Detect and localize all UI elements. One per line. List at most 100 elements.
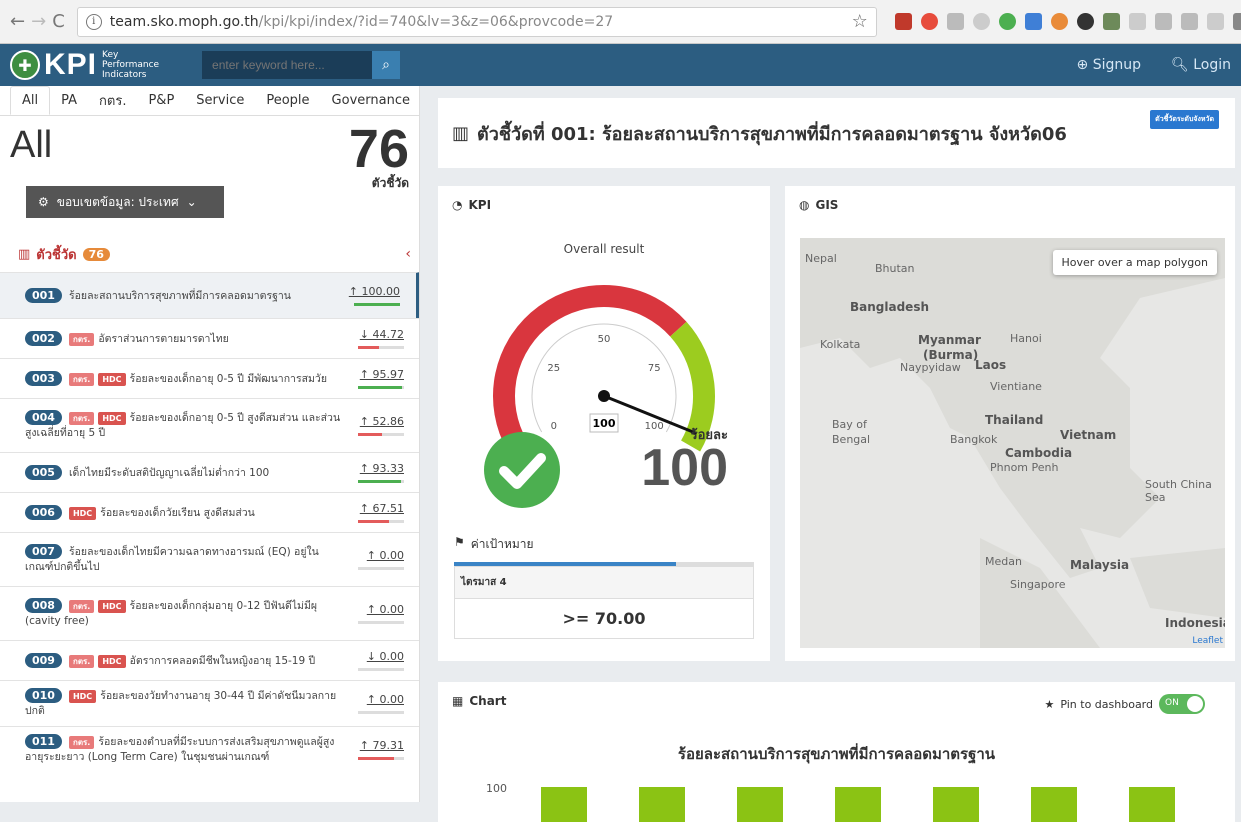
reload-icon[interactable]: C [52, 11, 65, 32]
item-tag: HDC [98, 372, 126, 386]
map-label: Singapore [1010, 578, 1066, 591]
list-item[interactable]: 008 กตร. HDC ร้อยละของเด็กกลุ่มอายุ 0-12 ปี… [0, 586, 419, 640]
list-item[interactable]: 010 HDC ร้อยละของวัยทำงานอายุ 30-44 ปี มีค… [0, 680, 419, 726]
search-icon[interactable]: ⌕ [372, 51, 401, 79]
map[interactable]: Hover over a map polygon Leaflet Nepal Bh… [800, 238, 1225, 648]
translate-icon[interactable] [1024, 13, 1042, 30]
indicator-list-title: ตัวชี้วัด [36, 248, 77, 263]
province-level-button[interactable]: ตัวชี้วัดระดับจังหวัด [1150, 110, 1219, 129]
item-tag: HDC [98, 654, 126, 668]
signup-link[interactable]: ⊕ Signup [1077, 57, 1141, 73]
tab-3[interactable]: P&P [137, 87, 185, 114]
sidebar-title: All [10, 124, 53, 166]
camera-icon[interactable] [946, 13, 964, 30]
map-label: Bangkok [950, 433, 998, 446]
item-value: ↑ 79.31 [359, 738, 404, 752]
map-label: Hanoi [1010, 332, 1042, 345]
tab-0[interactable]: All [10, 86, 51, 115]
page-title: ตัวชี้วัดที่ 001: ร้อยละสถานบริการสุขภาพ… [477, 123, 1067, 145]
item-progress [358, 710, 404, 714]
list-item[interactable]: 006 HDC ร้อยละของเด็กวัยเรียน สูงดีสมส่วน ↑… [0, 492, 419, 532]
y-tick-label: 100 [486, 782, 507, 795]
pin-to-dashboard: ★ Pin to dashboard ON [1044, 694, 1205, 714]
list-item[interactable]: 004 กตร. HDC ร้อยละของเด็กอายุ 0-5 ปี สูงดี… [0, 398, 419, 452]
collapse-icon[interactable]: ‹ [405, 246, 411, 262]
gis-header: GIS [815, 198, 839, 212]
list-item[interactable]: 009 กตร. HDC อัตราการคลอดมีชีพในหญิงอายุ 15… [0, 640, 419, 680]
windows-icon: ▦ [452, 694, 464, 708]
audio-icon[interactable] [1076, 13, 1094, 30]
item-progress [358, 519, 404, 523]
map-label: Naypyidaw [900, 361, 961, 374]
ext-dark-icon[interactable] [1232, 13, 1241, 30]
ext-grey3-icon[interactable] [1206, 13, 1224, 30]
indicator-count: 76 [348, 119, 409, 179]
extension-icon[interactable] [894, 13, 912, 30]
item-number: 004 [25, 410, 62, 425]
item-progress [358, 756, 404, 760]
kpi-header: KPI [468, 198, 492, 212]
chart-bar [1031, 787, 1077, 822]
check-icon [484, 432, 560, 508]
opera-icon[interactable] [920, 13, 938, 30]
tab-2[interactable]: กตร. [88, 86, 137, 117]
info-icon[interactable]: i [85, 13, 102, 30]
map-label: (Burma) [923, 348, 979, 362]
item-progress [358, 667, 404, 671]
item-number: 001 [25, 287, 62, 303]
pin-toggle[interactable]: ON [1159, 694, 1205, 714]
item-value: ↑ 95.97 [359, 367, 404, 381]
target-section: ⚑ ค่าเป้าหมาย ไตรมาส 4 >= 70.00 [454, 535, 754, 639]
list-item[interactable]: 001 ร้อยละสถานบริการสุขภาพที่มีการคลอดมาต… [0, 272, 419, 318]
tab-1[interactable]: PA [50, 87, 88, 114]
list-item[interactable]: 011 กตร. ร้อยละของตำบลที่มีระบบการส่งเสริม… [0, 726, 419, 772]
gauge-tick-label: 25 [547, 363, 560, 374]
forward-icon[interactable]: → [31, 11, 46, 32]
tab-6[interactable]: Governance [321, 87, 419, 114]
gauge-title: Overall result [563, 242, 645, 256]
tab-5[interactable]: People [255, 87, 320, 114]
indicator-list: 001 ร้อยละสถานบริการสุขภาพที่มีการคลอดมาต… [0, 272, 419, 772]
item-tag: กตร. [68, 332, 95, 346]
map-label: Indonesia [1165, 616, 1225, 630]
item-label: เด็กไทยมีระดับสติปัญญาเฉลี่ยไม่ต่ำกว่า 1… [68, 466, 270, 479]
scope-dropdown[interactable]: ⚙ ขอบเขตข้อมูล: ประเทศ ⌄ [26, 186, 224, 218]
list-item[interactable]: 003 กตร. HDC ร้อยละของเด็กอายุ 0-5 ปี มีพัฒ… [0, 358, 419, 398]
logo-text[interactable]: KPI [44, 48, 97, 82]
item-progress [358, 479, 404, 483]
login-link[interactable]: 🔍︎ Login [1171, 57, 1231, 73]
moph-logo[interactable]: ✚ [10, 50, 40, 80]
target-value: >= 70.00 [454, 599, 754, 639]
address-bar[interactable]: i team.sko.moph.go.th/kpi/kpi/index/?id=… [76, 6, 877, 37]
check-ext-icon[interactable] [998, 13, 1016, 30]
bar-chart-icon: ▥ [452, 122, 470, 144]
gear-icon: ⚙ [38, 195, 49, 209]
item-number: 005 [25, 464, 62, 480]
back-icon[interactable]: ← [10, 11, 25, 32]
item-progress [354, 302, 400, 306]
bookmark-star-icon[interactable]: ☆ [852, 11, 868, 32]
signup-label: Signup [1092, 57, 1141, 73]
map-label: Myanmar [918, 333, 981, 347]
search-input[interactable] [202, 51, 373, 79]
indicator-list-header: ▥ ตัวชี้วัด 76 [18, 244, 110, 265]
list-item[interactable]: 005 เด็กไทยมีระดับสติปัญญาเฉลี่ยไม่ต่ำกว่… [0, 452, 419, 492]
map-label: Vientiane [990, 380, 1042, 393]
circle-icon[interactable] [972, 13, 990, 30]
map-label: Bhutan [875, 262, 915, 275]
map-label: South China Sea [1145, 478, 1212, 504]
list-item[interactable]: 007 ร้อยละของเด็กไทยมีความฉลาดทางอารมณ์ (… [0, 532, 419, 586]
ext-grey2-icon[interactable] [1180, 13, 1198, 30]
ext-orange-icon[interactable] [1050, 13, 1068, 30]
leaflet-attribution[interactable]: Leaflet [1192, 636, 1223, 646]
app-header: ✚ KPI Key Performance Indicators ⌕ ⊕ Sig… [0, 44, 1241, 86]
map-label: Bengal [832, 433, 871, 446]
bar-chart-icon: ▥ [18, 247, 31, 262]
map-label: Bay of [832, 418, 867, 431]
chart-panel: ▦ Chart ★ Pin to dashboard ON ร้อยละสถานบ… [438, 682, 1235, 822]
list-item[interactable]: 002 กตร. อัตราส่วนการตายมารดาไทย ↓ 44.72 [0, 318, 419, 358]
bg-icon[interactable] [1128, 13, 1146, 30]
ext-green-icon[interactable] [1102, 13, 1120, 30]
tab-4[interactable]: Service [185, 87, 255, 114]
ext-grey-icon[interactable] [1154, 13, 1172, 30]
